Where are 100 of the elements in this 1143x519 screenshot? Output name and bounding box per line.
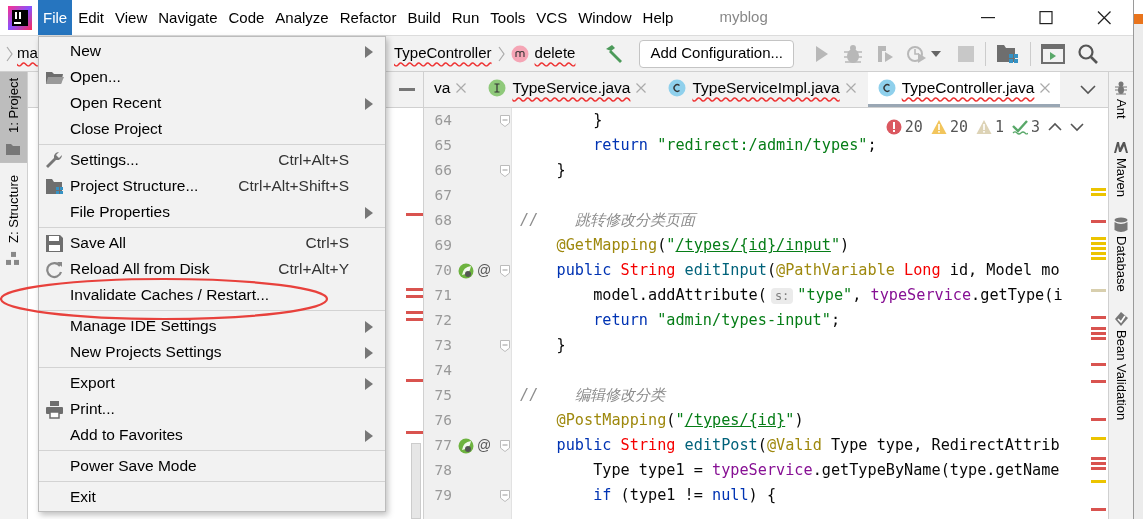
tool-window-label: 1: Project <box>4 78 22 133</box>
menu-item[interactable]: Close Project <box>39 116 385 142</box>
next-icon[interactable] <box>1070 122 1084 133</box>
breadcrumb[interactable]: delete <box>534 42 576 65</box>
breadcrumb[interactable]: ma <box>17 42 38 65</box>
ant-icon[interactable] <box>1113 80 1129 96</box>
editor-tab[interactable]: va <box>424 72 477 107</box>
tool-window-tab[interactable]: Maven <box>1111 157 1131 197</box>
menu-item[interactable]: Help <box>637 0 679 35</box>
fold-icon[interactable] <box>500 489 510 502</box>
menu-item[interactable]: File Properties <box>39 199 385 225</box>
hide-icon[interactable] <box>399 87 415 92</box>
menu-item[interactable]: Code <box>223 0 270 35</box>
close-icon[interactable] <box>1097 10 1111 25</box>
gutter-mark[interactable]: @ <box>477 260 492 281</box>
maximize-icon[interactable] <box>1039 10 1053 25</box>
line-number: 78 <box>433 460 452 480</box>
tool-window-tab[interactable]: Z: Structure <box>0 168 27 273</box>
caret-icon[interactable] <box>931 50 941 57</box>
line-number: 64 <box>433 110 452 130</box>
fold-icon[interactable] <box>500 114 510 127</box>
tool-window-tab[interactable]: Bean Validation <box>1111 330 1131 421</box>
tool-window-tab[interactable]: Database <box>1111 235 1131 292</box>
fold-icon[interactable] <box>500 439 510 452</box>
gutter-mark[interactable]: @ <box>477 435 492 456</box>
editor-tab[interactable]: TypeController.java <box>867 72 1061 107</box>
code-line: model.addAttribute( s: "type", typeService.getType(i <box>592 285 1063 307</box>
project-structure-icon <box>45 176 64 196</box>
menu-item[interactable]: View <box>110 0 153 35</box>
printer-icon <box>45 399 64 419</box>
menu-item[interactable]: Open... <box>39 64 385 90</box>
submenu-arrow-icon <box>365 46 373 59</box>
menu-item[interactable]: Power Save Mode <box>39 453 385 479</box>
menu-item[interactable]: VCS <box>531 0 573 35</box>
problem-count[interactable]: 1 <box>994 116 1004 139</box>
add-configuration-button[interactable]: Add Configuration... <box>639 39 794 68</box>
menu-item[interactable]: File <box>38 0 73 35</box>
fold-icon[interactable] <box>500 164 510 177</box>
warning-icon[interactable] <box>930 119 947 136</box>
line-number: 69 <box>433 235 452 255</box>
menu-item[interactable]: Edit <box>73 0 110 35</box>
previous-icon[interactable] <box>1048 122 1062 133</box>
editor-tab[interactable]: TypeService.java <box>478 72 657 107</box>
tool-window-tab[interactable]: 1: Project <box>0 72 27 163</box>
chevron-icon <box>497 45 505 62</box>
submenu-arrow-icon <box>365 321 373 334</box>
problem-count[interactable]: 20 <box>949 116 968 139</box>
line-number: 76 <box>433 410 452 430</box>
menu-item[interactable]: Refactor <box>334 0 402 35</box>
menu-item[interactable]: Navigate <box>153 0 223 35</box>
search-icon[interactable] <box>1077 42 1099 65</box>
fold-icon[interactable] <box>500 339 510 352</box>
code-line: Type type1 = typeService.getTypeByName(type.getName <box>592 460 1060 482</box>
menu-item[interactable]: New Projects Settings <box>39 339 385 365</box>
menu-item[interactable]: Manage IDE Settings <box>39 313 385 339</box>
breadcrumb[interactable]: TypeController <box>394 42 492 65</box>
code-line: } <box>555 160 566 182</box>
scrollbar[interactable] <box>411 443 421 519</box>
code-line: return "redirect:/admin/types"; <box>592 135 877 157</box>
menu-item[interactable]: Export <box>39 370 385 396</box>
error-icon[interactable] <box>885 119 902 136</box>
menu-item[interactable]: Add to Favorites <box>39 422 385 448</box>
menu-item[interactable]: Tools <box>485 0 531 35</box>
menu-item[interactable]: New <box>39 38 385 64</box>
code-line: } <box>592 110 603 132</box>
editor-tab[interactable]: TypeServiceImpl.java <box>658 72 866 107</box>
menu-item[interactable]: Invalidate Caches / Restart... <box>39 282 385 308</box>
problem-count[interactable]: 3 <box>1030 116 1040 139</box>
chevron-down-icon[interactable] <box>1080 84 1097 95</box>
line-number: 65 <box>433 135 452 155</box>
menu-item[interactable]: Exit <box>39 484 385 510</box>
tool-window-tab[interactable]: Ant <box>1111 99 1131 119</box>
menu-item[interactable]: Analyze <box>270 0 334 35</box>
run-window-icon[interactable] <box>1041 42 1065 65</box>
app-logo[interactable] <box>8 5 32 30</box>
leaf-icon[interactable] <box>458 262 474 279</box>
typo-icon[interactable] <box>1011 119 1028 136</box>
menu-item[interactable]: Reload All from Disk Ctrl+Alt+Y <box>39 256 385 282</box>
menu-item[interactable]: Window <box>573 0 637 35</box>
wrench-icon <box>45 150 64 170</box>
menu-item[interactable]: Settings... Ctrl+Alt+S <box>39 147 385 173</box>
leaf-icon[interactable] <box>458 437 474 454</box>
project-structure-icon[interactable] <box>996 42 1020 65</box>
menu-item[interactable]: Project Structure... Ctrl+Alt+Shift+S <box>39 173 385 199</box>
line-number: 70 <box>433 260 452 280</box>
menu-item[interactable]: Run <box>446 0 485 35</box>
menu-item[interactable]: Build <box>402 0 446 35</box>
code-line: // 编辑修改分类 <box>520 385 665 407</box>
menu-item[interactable]: Print... <box>39 396 385 422</box>
fold-icon[interactable] <box>500 264 510 277</box>
problem-count[interactable]: 20 <box>904 116 923 139</box>
bug-icon[interactable] <box>842 42 864 65</box>
tool-window-label: Z: Structure <box>4 174 22 243</box>
database-icon[interactable] <box>1113 216 1129 233</box>
tool-window-icon <box>5 250 22 267</box>
bean-icon[interactable] <box>1113 311 1129 328</box>
menu-item[interactable]: Open Recent <box>39 90 385 116</box>
line-number: 73 <box>433 335 452 355</box>
submenu-arrow-icon <box>365 98 373 111</box>
menu-item[interactable]: Save All Ctrl+S <box>39 230 385 256</box>
